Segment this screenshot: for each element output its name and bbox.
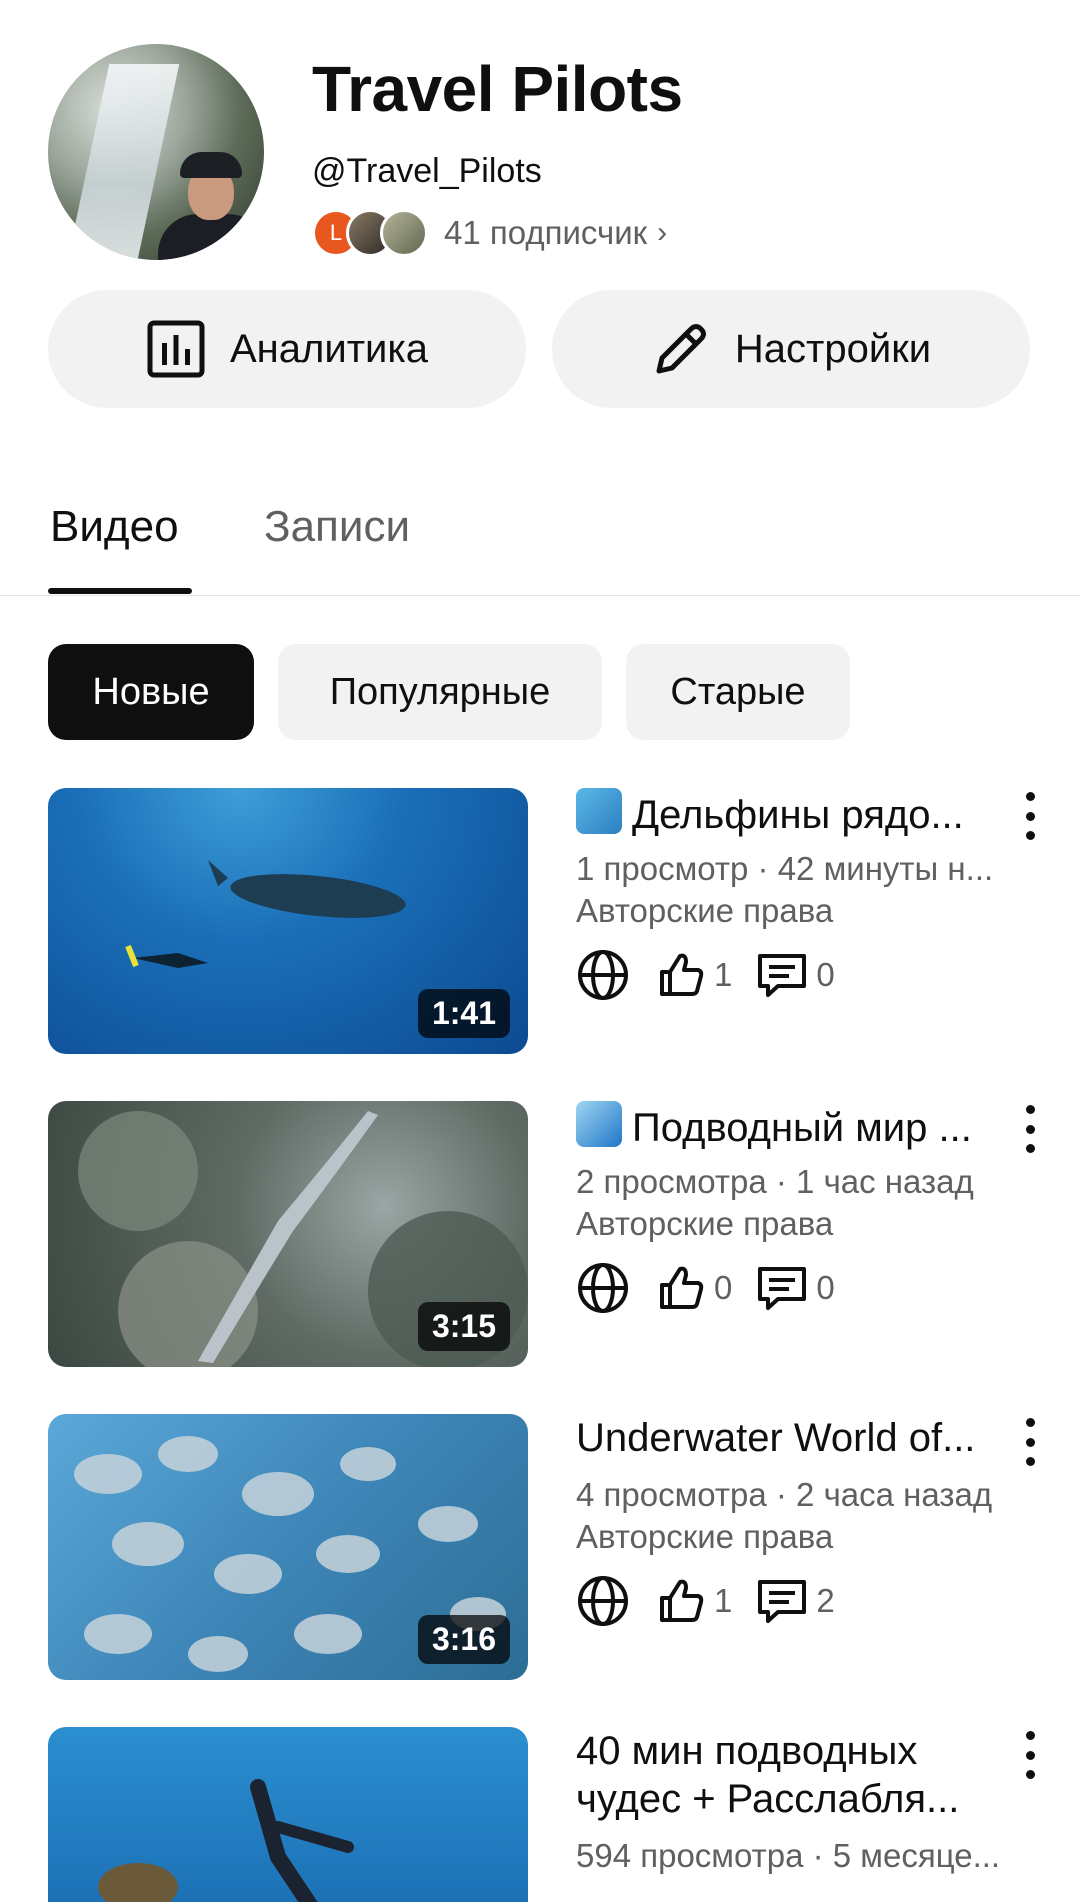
- like-count: 0: [714, 1269, 733, 1306]
- video-stats: 0 0: [576, 1261, 835, 1315]
- video-stats: 1 0: [576, 948, 835, 1002]
- video-license: Авторские права: [576, 1518, 834, 1555]
- comment-count: 2: [816, 1582, 835, 1619]
- analytics-button[interactable]: Аналитика: [48, 290, 526, 408]
- video-meta: 594 просмотра · 5 месяце...: [576, 1837, 1001, 1874]
- video-license: Авторские права: [576, 1205, 834, 1242]
- comment-icon: [758, 1267, 807, 1310]
- wave-icon: [576, 1101, 622, 1147]
- video-title: 40 мин подводных чудес + Расслабля...: [576, 1729, 960, 1821]
- more-options-icon[interactable]: [1018, 1731, 1042, 1779]
- video-item[interactable]: 3:16 Underwater World of... 4 просмотра …: [0, 1414, 1080, 1680]
- globe-icon: [578, 950, 628, 1000]
- video-title: Подводный мир ...: [576, 1101, 1016, 1152]
- subscribers-link[interactable]: L 41 подписчик ›: [312, 208, 667, 258]
- channel-handle: @Travel_Pilots: [312, 152, 542, 190]
- active-tab-indicator: [48, 588, 192, 594]
- dolphin-icon: [576, 788, 622, 834]
- tab-posts[interactable]: Записи: [264, 502, 410, 552]
- channel-name: Travel Pilots: [312, 53, 683, 125]
- like-count: 1: [714, 956, 733, 993]
- globe-icon: [578, 1263, 628, 1313]
- video-duration: 3:15: [417, 1302, 510, 1351]
- video-duration: 1:41: [417, 989, 510, 1038]
- chevron-right-icon: ›: [657, 216, 668, 249]
- filter-chip-new[interactable]: Новые: [48, 644, 254, 740]
- video-duration: 3:16: [417, 1615, 510, 1664]
- video-thumbnail[interactable]: 3:16: [48, 1414, 528, 1680]
- settings-label: Настройки: [734, 326, 932, 371]
- bar-chart-icon: [147, 320, 205, 378]
- comment-count: 0: [816, 1269, 835, 1306]
- comment-icon: [758, 954, 807, 997]
- pencil-icon: [656, 324, 706, 374]
- more-options-icon[interactable]: [1018, 1418, 1042, 1466]
- filter-chip-popular[interactable]: Популярные: [278, 644, 602, 740]
- video-meta: 1 просмотр · 42 минуты н...: [576, 850, 994, 887]
- video-stats: 1 2: [576, 1574, 835, 1628]
- video-thumbnail[interactable]: 3:15: [48, 1101, 528, 1367]
- video-license: Авторские права: [576, 892, 834, 929]
- video-thumbnail[interactable]: [48, 1727, 528, 1902]
- channel-avatar[interactable]: [48, 44, 264, 260]
- video-item[interactable]: 40 мин подводных чудес + Расслабля... 59…: [0, 1727, 1080, 1902]
- subscriber-count: 41 подписчик: [444, 214, 648, 251]
- video-meta: 2 просмотра · 1 час назад: [576, 1163, 974, 1200]
- video-item[interactable]: 1:41 Дельфины рядо... 1 просмотр · 42 ми…: [0, 788, 1080, 1054]
- thumbs-up-icon: [660, 1579, 704, 1622]
- video-meta: 4 просмотра · 2 часа назад: [576, 1476, 993, 1513]
- video-item[interactable]: 3:15 Подводный мир ... 2 просмотра · 1 ч…: [0, 1101, 1080, 1367]
- analytics-label: Аналитика: [230, 326, 428, 371]
- subscriber-avatar: [380, 209, 428, 257]
- more-options-icon[interactable]: [1018, 1105, 1042, 1153]
- channel-tabs: Видео Записи: [0, 470, 1080, 596]
- comment-count: 0: [816, 956, 835, 993]
- settings-button[interactable]: Настройки: [552, 290, 1030, 408]
- video-thumbnail[interactable]: 1:41: [48, 788, 528, 1054]
- video-title: Дельфины рядо...: [576, 788, 1016, 839]
- like-count: 1: [714, 1582, 733, 1619]
- comment-icon: [758, 1580, 807, 1623]
- video-title: Underwater World of...: [576, 1416, 976, 1460]
- filter-chip-old[interactable]: Старые: [626, 644, 850, 740]
- thumbs-up-icon: [660, 953, 704, 996]
- tab-videos[interactable]: Видео: [50, 502, 179, 552]
- more-options-icon[interactable]: [1018, 792, 1042, 840]
- globe-icon: [578, 1576, 628, 1626]
- thumbs-up-icon: [660, 1266, 704, 1309]
